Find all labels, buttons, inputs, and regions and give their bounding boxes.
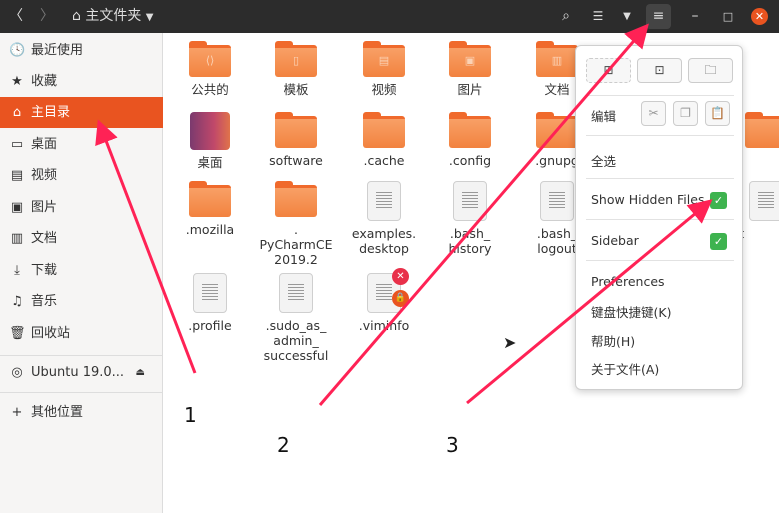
arrow-1 [95, 119, 197, 374]
annotation-label-1: 1 [184, 403, 197, 427]
arrow-2 [318, 23, 649, 406]
annotation-arrows [95, 23, 713, 406]
annotation-label-3: 3 [446, 433, 459, 457]
arrow-3 [466, 199, 713, 405]
annotation-label-2: 2 [277, 433, 290, 457]
